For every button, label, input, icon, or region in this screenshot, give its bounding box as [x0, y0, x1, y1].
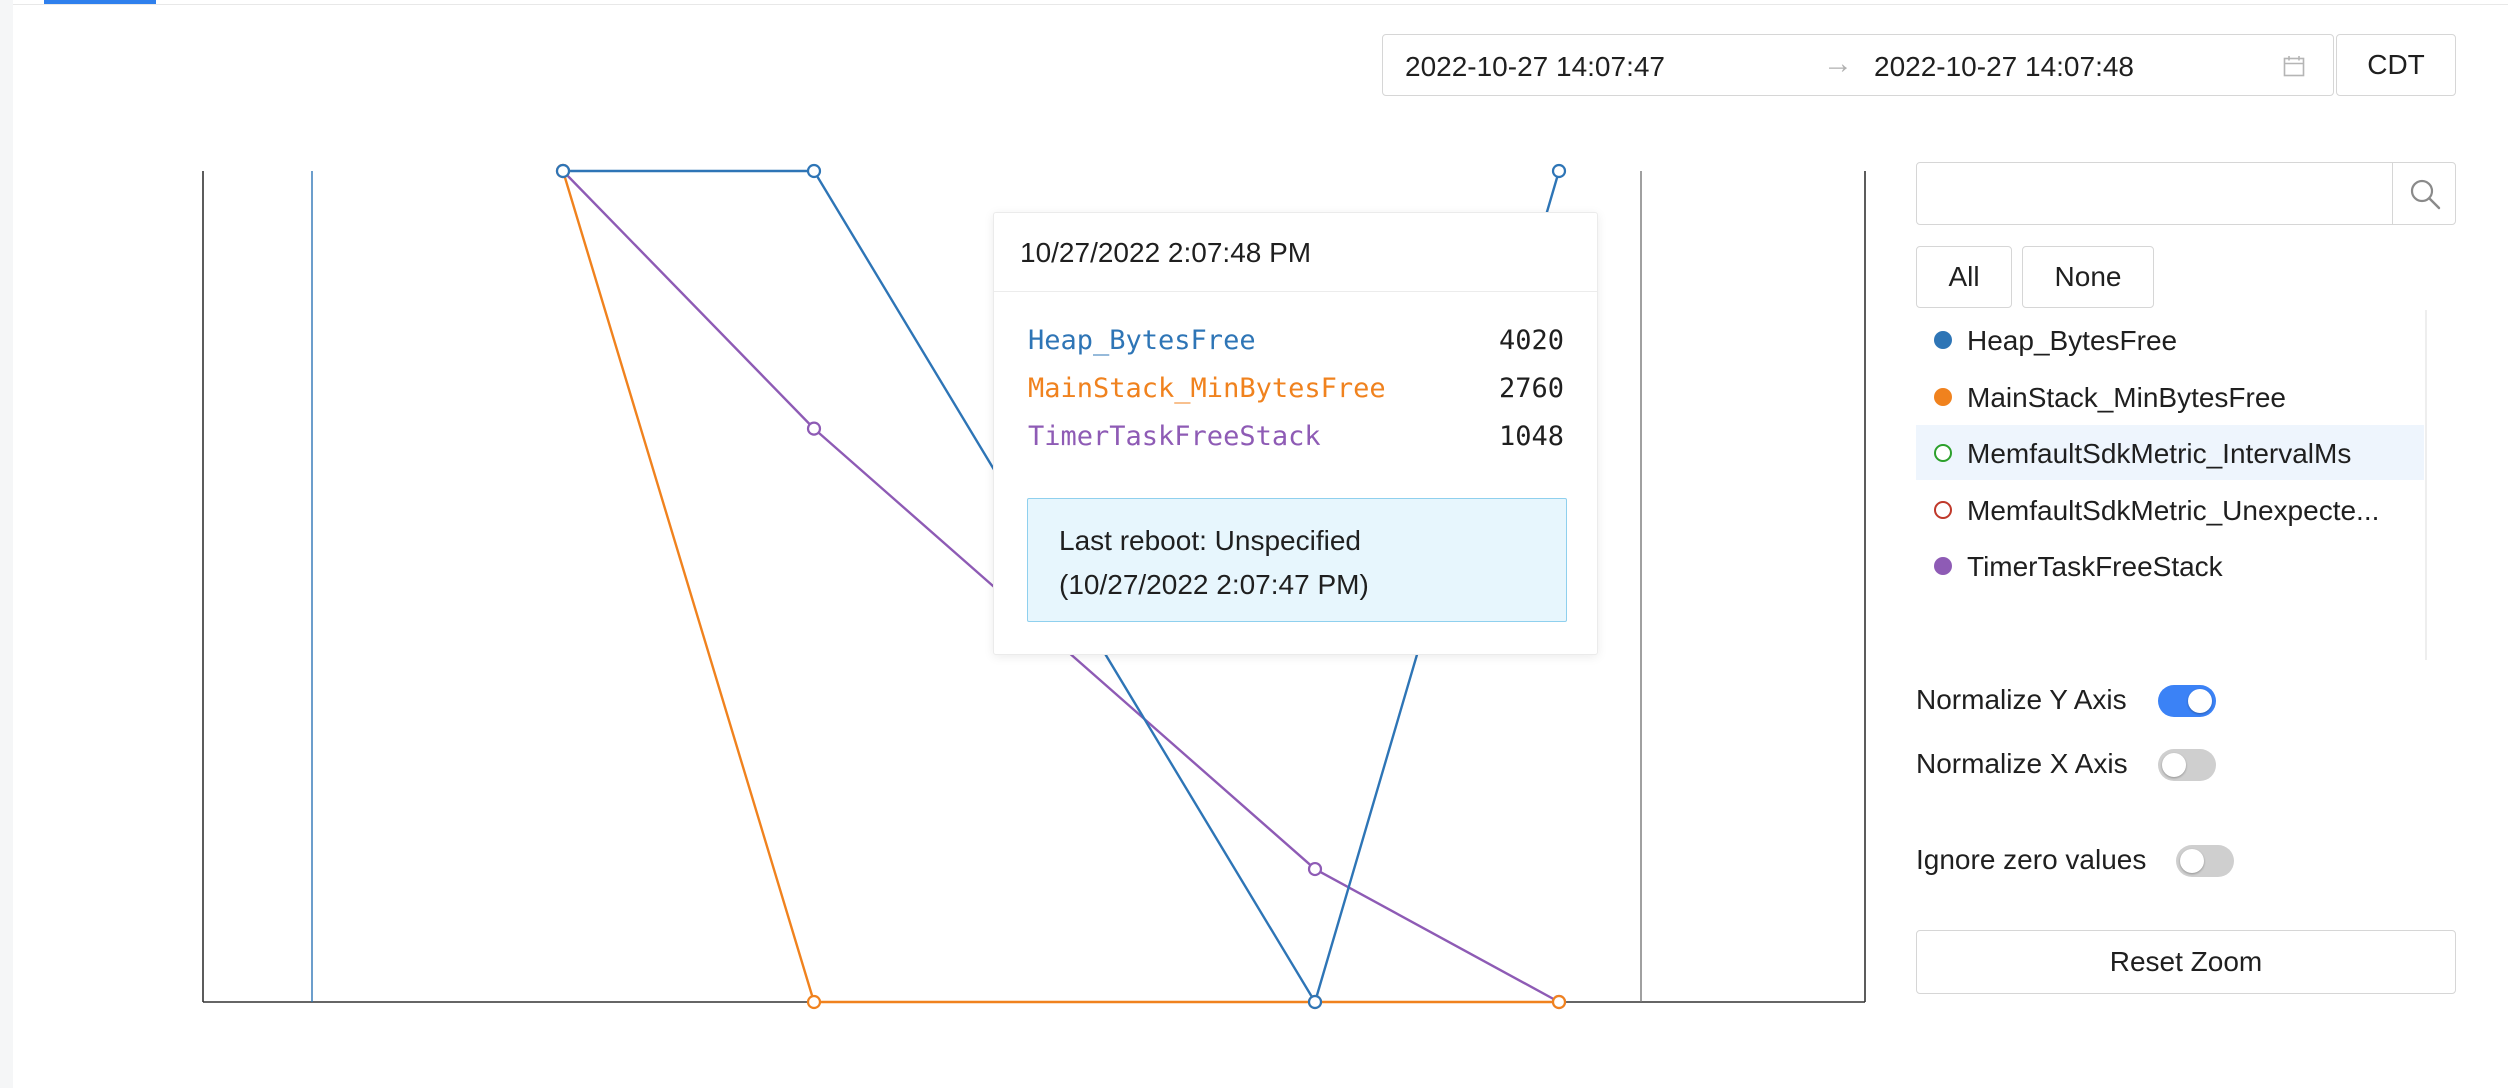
tooltip-series-name: MainStack_MinBytesFree — [1028, 373, 1386, 404]
tooltip-row: MainStack_MinBytesFree 2760 — [1028, 373, 1564, 421]
legend-item[interactable]: MemfaultSdkMetric_Unexpecte... — [1916, 482, 2424, 537]
ignore-zero-label: Ignore zero values — [1916, 844, 2147, 875]
data-point — [1307, 861, 1323, 877]
toggle-knob — [2162, 753, 2186, 777]
normalize-y-toggle[interactable] — [2158, 685, 2216, 717]
tooltip-values: Heap_BytesFree 4020 MainStack_MinBytesFree… — [1028, 325, 1564, 469]
legend-dot-icon — [1934, 387, 1952, 406]
select-none-button[interactable]: None — [2022, 246, 2154, 308]
series-legend: Heap_BytesFree MainStack_MinBytesFree Memf… — [1916, 310, 2456, 660]
reboot-time: (10/27/2022 2:07:47 PM) — [1059, 569, 1369, 600]
data-point — [1307, 994, 1323, 1010]
tooltip-series-value: 1048 — [1498, 421, 1564, 452]
legend-dot-icon — [1934, 557, 1952, 575]
tooltip-divider — [994, 291, 1597, 292]
legend-label: MemfaultSdkMetric_Unexpecte... — [1967, 494, 2380, 526]
legend-item[interactable]: MemfaultSdkMetric_IntervalMs — [1916, 425, 2424, 480]
data-point — [555, 163, 571, 179]
toggle-knob — [2188, 689, 2212, 713]
normalize-x-toggle[interactable] — [2158, 749, 2216, 781]
tooltip-series-value: 2760 — [1498, 373, 1564, 404]
data-point — [806, 163, 822, 179]
metric-search — [1916, 162, 2456, 226]
tooltip-series-name: Heap_BytesFree — [1028, 325, 1256, 356]
reset-zoom-button[interactable]: Reset Zoom — [1916, 930, 2456, 994]
tooltip-timestamp: 10/27/2022 2:07:48 PM — [1020, 237, 1312, 268]
normalize-x-label: Normalize X Axis — [1916, 748, 2128, 779]
chart-tooltip: 10/27/2022 2:07:48 PM Heap_BytesFree 4020… — [993, 212, 1598, 655]
normalize-y-label: Normalize Y Axis — [1916, 684, 2127, 715]
search-input[interactable] — [1917, 163, 2396, 226]
search-icon[interactable] — [2408, 177, 2442, 211]
legend-dot-icon — [1934, 444, 1952, 462]
legend-item[interactable]: MainStack_MinBytesFree — [1916, 369, 2424, 424]
legend-scrollbar[interactable] — [2425, 310, 2427, 660]
data-point — [1551, 994, 1567, 1010]
legend-dot-icon — [1934, 500, 1952, 519]
toggle-knob — [2180, 849, 2204, 873]
reboot-reason: Last reboot: Unspecified — [1059, 525, 1361, 556]
legend-item[interactable]: Heap_BytesFree — [1916, 312, 2424, 367]
legend-label: Heap_BytesFree — [1967, 325, 2178, 356]
tooltip-series-value: 4020 — [1498, 325, 1564, 356]
tooltip-row: Heap_BytesFree 4020 — [1028, 325, 1564, 373]
select-all-button[interactable]: All — [1916, 246, 2012, 308]
legend-dot-icon — [1934, 331, 1952, 349]
tooltip-series-name: TimerTaskFreeStack — [1028, 421, 1321, 452]
data-point — [1551, 163, 1567, 179]
legend-label: MemfaultSdkMetric_IntervalMs — [1967, 438, 2352, 469]
search-divider — [2392, 163, 2393, 224]
legend-label: MainStack_MinBytesFree — [1967, 381, 2287, 413]
reboot-notice: Last reboot: Unspecified (10/27/2022 2:0… — [1027, 498, 1567, 622]
legend-item[interactable]: TimerTaskFreeStack — [1916, 538, 2424, 593]
ignore-zero-toggle[interactable] — [2176, 845, 2234, 877]
tooltip-row: TimerTaskFreeStack 1048 — [1028, 421, 1564, 469]
legend-label: TimerTaskFreeStack — [1967, 551, 2223, 582]
data-point — [806, 994, 822, 1010]
data-point — [806, 421, 822, 436]
